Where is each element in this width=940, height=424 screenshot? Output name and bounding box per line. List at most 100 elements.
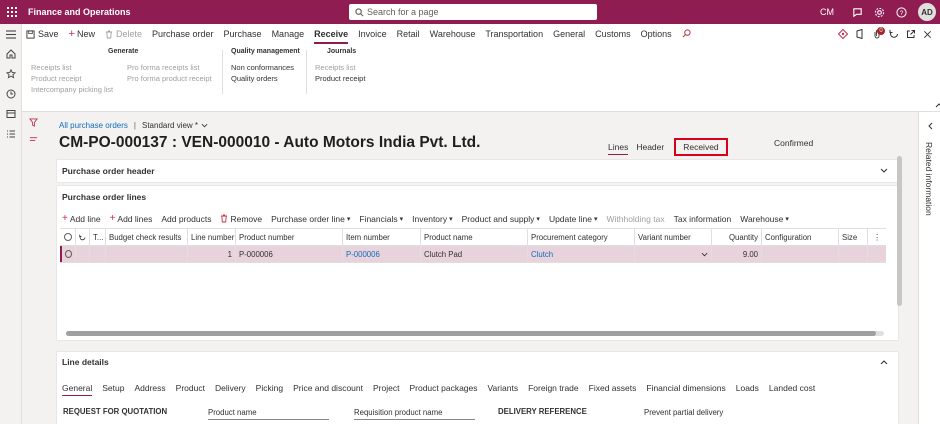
tab-foreign-trade[interactable]: Foreign trade [528, 383, 579, 393]
intercompany-picking-list-link[interactable]: Intercompany picking list [31, 85, 113, 94]
tab-invoice[interactable]: Invoice [358, 29, 387, 39]
tab-purchase-order[interactable]: Purchase order [152, 29, 214, 39]
column-header-item-number[interactable]: Item number [343, 229, 421, 245]
po-header-section[interactable]: Purchase order header [57, 160, 898, 182]
more-columns-icon[interactable]: ⋮ [868, 229, 886, 245]
notifications-button[interactable] [846, 0, 868, 24]
tab-general-details[interactable]: General [62, 383, 93, 396]
product-name-field[interactable] [208, 419, 329, 420]
search-input[interactable]: Search for a page [349, 4, 597, 20]
row-procurement-category-link[interactable]: Clutch [528, 246, 635, 262]
tab-warehouse[interactable]: Warehouse [430, 29, 476, 39]
recent-icon[interactable] [0, 84, 22, 104]
favorites-icon[interactable] [0, 64, 22, 84]
product-and-supply-menu[interactable]: Product and supply ▾ [462, 214, 540, 224]
column-header-product-name[interactable]: Product name [421, 229, 528, 245]
tab-transportation[interactable]: Transportation [485, 29, 543, 39]
scrollbar-thumb[interactable] [66, 331, 876, 336]
add-line-button[interactable]: + Add line [62, 213, 101, 224]
row-select-radio[interactable] [60, 246, 76, 262]
column-header-line-number[interactable]: Line number [188, 229, 236, 245]
column-header-variant-number[interactable]: Variant number [635, 229, 712, 245]
select-all-radio[interactable] [60, 229, 76, 245]
tab-project[interactable]: Project [373, 383, 399, 393]
related-information-pane[interactable]: Related information [918, 112, 940, 424]
avatar[interactable]: AD [918, 3, 936, 21]
workspaces-icon[interactable] [0, 104, 22, 124]
help-button[interactable]: ? [890, 0, 912, 24]
non-conformances-link[interactable]: Non conformances [231, 63, 294, 72]
new-button[interactable]: + New [69, 28, 95, 40]
row-size[interactable] [839, 246, 868, 262]
column-header-t[interactable]: T... [90, 229, 106, 245]
column-header-budget[interactable]: Budget check results [106, 229, 188, 245]
modules-icon[interactable] [0, 124, 22, 144]
settings-button[interactable] [868, 0, 890, 24]
chevron-up-icon[interactable] [880, 359, 888, 365]
filter-icon[interactable] [29, 118, 38, 127]
tab-picking[interactable]: Picking [256, 383, 283, 393]
tab-delivery[interactable]: Delivery [215, 383, 246, 393]
column-header-procurement-category[interactable]: Procurement category [528, 229, 635, 245]
tab-variants[interactable]: Variants [488, 383, 519, 393]
tax-information-button[interactable]: Tax information [674, 214, 732, 224]
row-product-name[interactable]: Clutch Pad [421, 246, 528, 262]
tab-received[interactable]: Received [674, 138, 728, 156]
home-icon[interactable] [0, 44, 22, 64]
office-button[interactable] [851, 24, 868, 44]
remove-button[interactable]: Remove [220, 214, 262, 224]
row-quantity[interactable]: 9.00 [712, 246, 762, 262]
tab-header[interactable]: Header [636, 142, 664, 152]
chevron-down-icon[interactable] [880, 168, 888, 174]
vertical-scrollbar[interactable] [897, 156, 902, 306]
withholding-tax-button[interactable]: Withholding tax [606, 214, 664, 224]
collapse-action-pane-button[interactable] [935, 100, 940, 110]
pro-forma-product-receipt-link[interactable]: Pro forma product receipt [127, 74, 212, 83]
column-header-quantity[interactable]: Quantity [712, 229, 762, 245]
tab-manage[interactable]: Manage [272, 29, 305, 39]
chevron-left-icon[interactable] [927, 122, 933, 130]
column-header-size[interactable]: Size [839, 229, 868, 245]
save-button[interactable]: Save [26, 29, 59, 39]
attachments-button[interactable]: 0 [868, 24, 885, 44]
company-picker[interactable]: CM [820, 7, 834, 17]
row-item-number-link[interactable]: P-000006 [343, 246, 421, 262]
all-purchase-orders-link[interactable]: All purchase orders [59, 121, 128, 130]
action-search-icon[interactable] [682, 28, 691, 40]
close-button[interactable] [919, 24, 936, 44]
tab-customs[interactable]: Customs [595, 29, 631, 39]
tab-product[interactable]: Product [176, 383, 205, 393]
purchase-order-line-menu[interactable]: Purchase order line ▾ [271, 214, 350, 224]
refresh-column-header[interactable] [76, 229, 90, 245]
delete-button[interactable]: Delete [105, 29, 142, 39]
hamburger-icon[interactable] [0, 24, 22, 44]
column-header-configuration[interactable]: Configuration [762, 229, 839, 245]
app-launcher-button[interactable] [0, 0, 24, 24]
financials-menu[interactable]: Financials ▾ [359, 214, 403, 224]
tab-general[interactable]: General [553, 29, 585, 39]
column-header-product-number[interactable]: Product number [236, 229, 343, 245]
tab-price-and-discount[interactable]: Price and discount [293, 383, 363, 393]
table-row[interactable]: 1 P-000006 P-000006 Clutch Pad Clutch 9.… [60, 246, 886, 263]
row-product-number[interactable]: P-000006 [236, 246, 343, 262]
tab-options[interactable]: Options [641, 29, 672, 39]
tab-loads[interactable]: Loads [736, 383, 759, 393]
view-selector[interactable]: Standard view * [142, 121, 208, 130]
add-lines-button[interactable]: + Add lines [110, 213, 153, 224]
pro-forma-receipts-list-link[interactable]: Pro forma receipts list [127, 63, 200, 72]
tab-purchase[interactable]: Purchase [224, 29, 262, 39]
tab-setup[interactable]: Setup [102, 383, 124, 393]
open-new-window-button[interactable] [902, 24, 919, 44]
row-variant-number-dropdown[interactable] [635, 246, 712, 262]
quality-orders-link[interactable]: Quality orders [231, 74, 278, 83]
requisition-product-name-field[interactable] [354, 419, 475, 420]
tab-product-packages[interactable]: Product packages [409, 383, 477, 393]
inventory-menu[interactable]: Inventory ▾ [412, 214, 452, 224]
tab-address[interactable]: Address [134, 383, 165, 393]
power-apps-button[interactable] [834, 24, 851, 44]
tab-retail[interactable]: Retail [397, 29, 420, 39]
receipts-list-link[interactable]: Receipts list [31, 63, 71, 72]
journal-receipts-list-link[interactable]: Receipts list [315, 63, 355, 72]
refresh-button[interactable] [885, 24, 902, 44]
product-receipt-link[interactable]: Product receipt [31, 74, 81, 83]
